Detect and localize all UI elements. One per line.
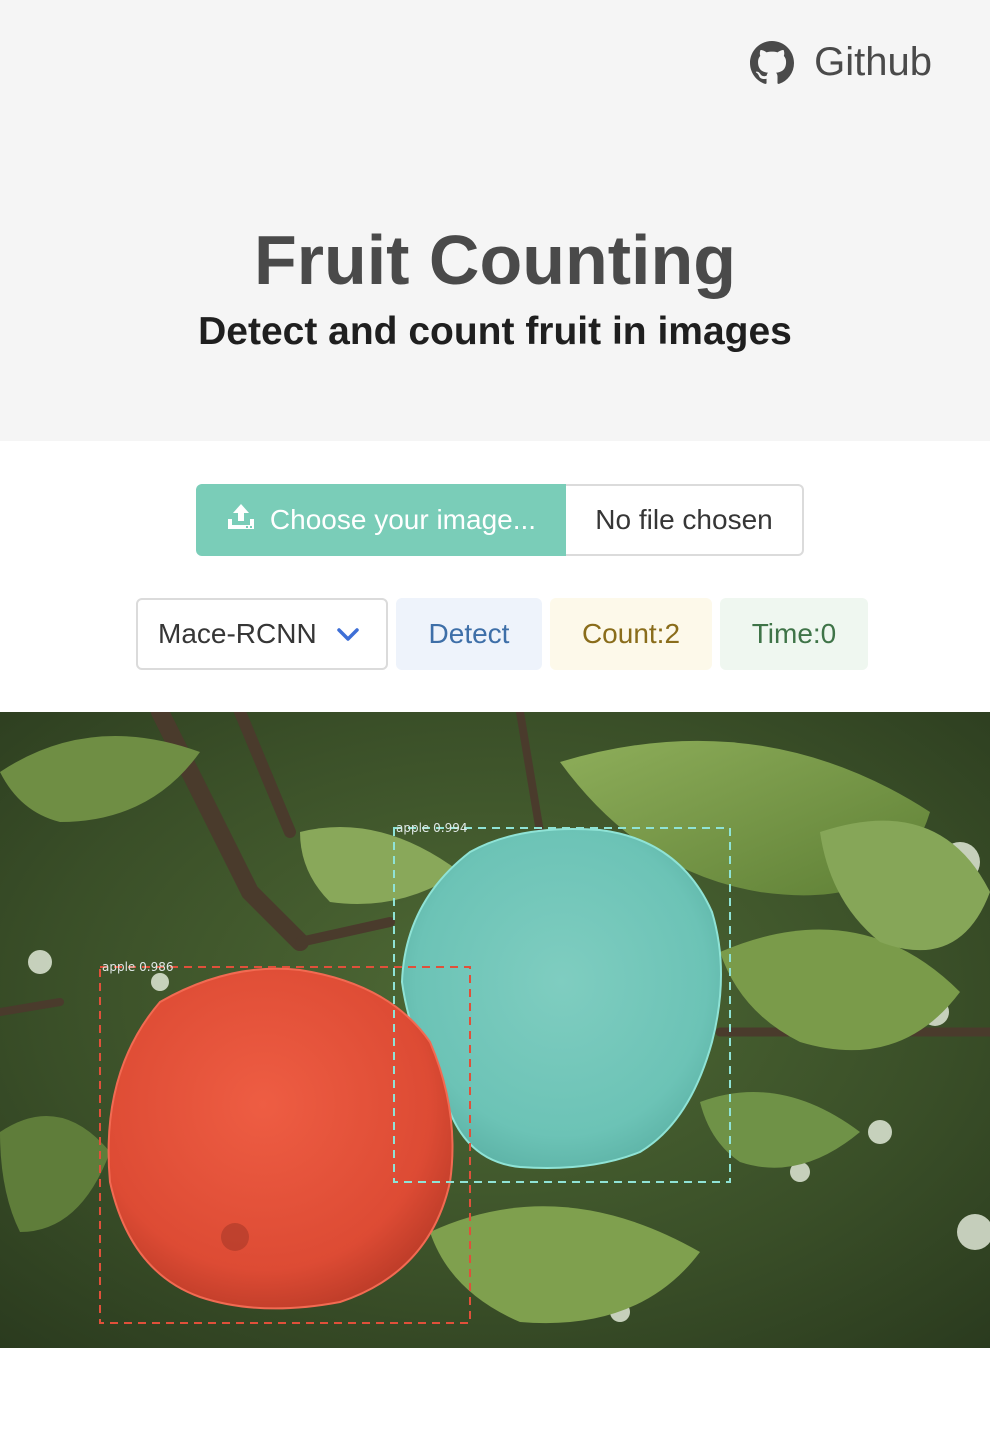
red-apple-mask xyxy=(107,967,454,1310)
controls-row: Mace-RCNN Detect Count:2 Time:0 xyxy=(136,598,868,670)
detection-label: apple 0.994 xyxy=(396,821,467,835)
time-badge: Time:0 xyxy=(720,598,868,670)
github-label: Github xyxy=(814,40,932,84)
file-upload: Choose your image... No file chosen xyxy=(196,484,804,556)
hero-section: Github Fruit Counting Detect and count f… xyxy=(0,0,990,441)
model-select-value: Mace-RCNN xyxy=(158,618,317,649)
github-icon xyxy=(750,40,795,85)
apple-calyx xyxy=(221,1223,249,1251)
detection-label: apple 0.986 xyxy=(102,960,173,974)
github-link[interactable]: Github xyxy=(750,40,932,85)
page-subtitle: Detect and count fruit in images xyxy=(198,310,792,353)
count-badge: Count:2 xyxy=(550,598,712,670)
upload-icon xyxy=(226,503,256,538)
choose-image-label: Choose your image... xyxy=(269,504,537,535)
model-select[interactable]: Mace-RCNN xyxy=(136,598,388,670)
file-name-display: No file chosen xyxy=(566,484,804,556)
result-image: apple 0.994 apple 0.986 xyxy=(0,712,990,1348)
choose-image-button[interactable]: Choose your image... xyxy=(196,484,566,556)
detect-button[interactable]: Detect xyxy=(396,598,542,670)
page-title: Fruit Counting xyxy=(253,221,737,299)
chevron-down-icon xyxy=(336,618,360,650)
